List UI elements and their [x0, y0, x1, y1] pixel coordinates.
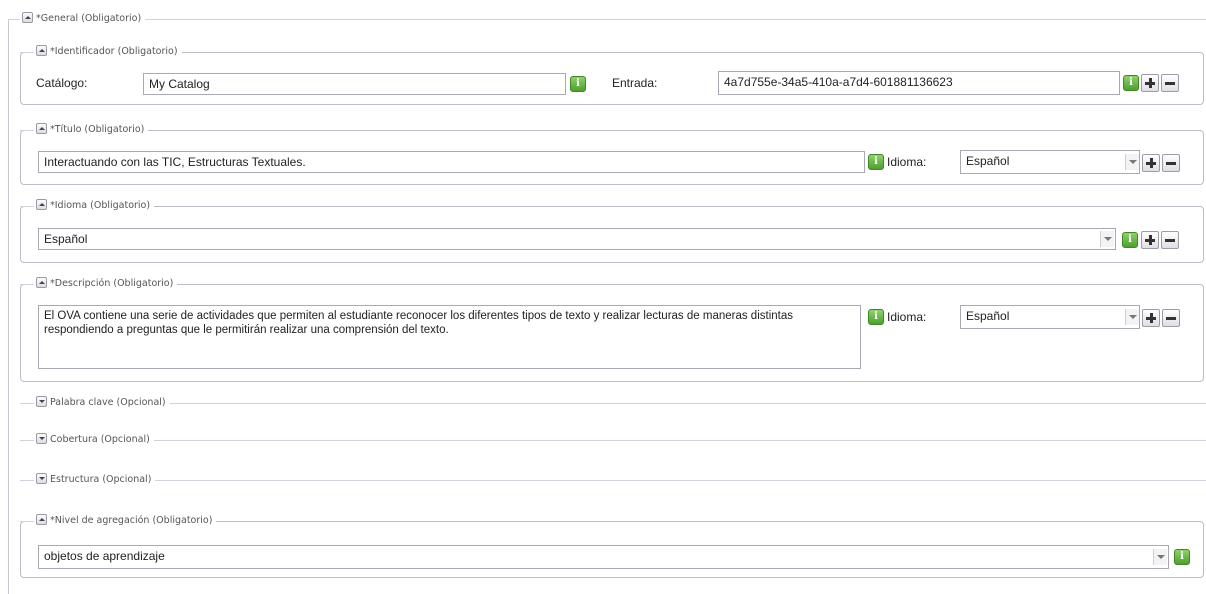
add-button[interactable]	[1141, 231, 1159, 249]
entrada-label: Entrada:	[612, 76, 658, 90]
identificador-legend: *Identificador (Obligatorio)	[34, 45, 182, 59]
cobertura-legend: Cobertura (Opcional)	[34, 433, 154, 447]
idioma-legend: *Idioma (Obligatorio)	[34, 199, 155, 213]
info-icon[interactable]	[1123, 75, 1139, 91]
estructura-legend: Estructura (Opcional)	[34, 473, 156, 487]
info-icon[interactable]	[868, 309, 884, 325]
catalogo-input[interactable]: My Catalog	[143, 73, 566, 95]
add-button[interactable]	[1142, 309, 1160, 327]
add-button[interactable]	[1141, 74, 1159, 92]
collapse-toggle-icon[interactable]	[36, 45, 47, 56]
collapse-toggle-icon[interactable]	[36, 514, 47, 525]
titulo-legend: *Título (Obligatorio)	[34, 123, 149, 137]
descripcion-legend: *Descripción (Obligatorio)	[34, 277, 178, 291]
expand-toggle-icon[interactable]	[36, 473, 47, 484]
entrada-input[interactable]: 4a7d755e-34a5-410a-a7d4-601881136623	[718, 71, 1120, 95]
add-button[interactable]	[1142, 154, 1160, 172]
descripcion-idioma-label: Idioma:	[887, 310, 927, 324]
chevron-down-icon[interactable]	[1125, 154, 1139, 170]
chevron-down-icon[interactable]	[1153, 549, 1167, 565]
nivel-agregacion-select[interactable]: objetos de aprendizaje	[38, 545, 1169, 569]
expand-toggle-icon[interactable]	[36, 396, 47, 407]
chevron-down-icon[interactable]	[1125, 309, 1139, 325]
titulo-idioma-label: Idioma:	[887, 155, 927, 169]
info-icon[interactable]	[1122, 232, 1138, 248]
collapse-toggle-icon[interactable]	[36, 199, 47, 210]
info-icon[interactable]	[570, 76, 586, 92]
chevron-down-icon[interactable]	[1100, 231, 1114, 247]
remove-button[interactable]	[1161, 74, 1179, 92]
idioma-select[interactable]: Español	[38, 228, 1116, 250]
general-top-border	[8, 19, 1206, 20]
descripcion-idioma-select[interactable]: Español	[960, 305, 1140, 329]
general-legend: *General (Obligatorio)	[20, 12, 146, 26]
titulo-idioma-select[interactable]: Español	[960, 150, 1140, 174]
titulo-input[interactable]: Interactuando con las TIC, Estructuras T…	[38, 151, 865, 173]
palabra-clave-legend: Palabra clave (Opcional)	[34, 396, 170, 410]
catalogo-label: Catálogo:	[36, 76, 88, 90]
nivel-agregacion-legend: *Nivel de agregación (Obligatorio)	[34, 514, 217, 528]
collapse-toggle-icon[interactable]	[22, 12, 33, 23]
general-left-border	[8, 19, 9, 594]
info-icon[interactable]	[1174, 549, 1190, 565]
info-icon[interactable]	[868, 154, 884, 170]
descripcion-textarea[interactable]: El OVA contiene una serie de actividades…	[38, 305, 861, 369]
remove-button[interactable]	[1161, 231, 1179, 249]
expand-toggle-icon[interactable]	[36, 433, 47, 444]
collapse-toggle-icon[interactable]	[36, 123, 47, 134]
remove-button[interactable]	[1162, 154, 1180, 172]
collapse-toggle-icon[interactable]	[36, 277, 47, 288]
remove-button[interactable]	[1162, 309, 1180, 327]
